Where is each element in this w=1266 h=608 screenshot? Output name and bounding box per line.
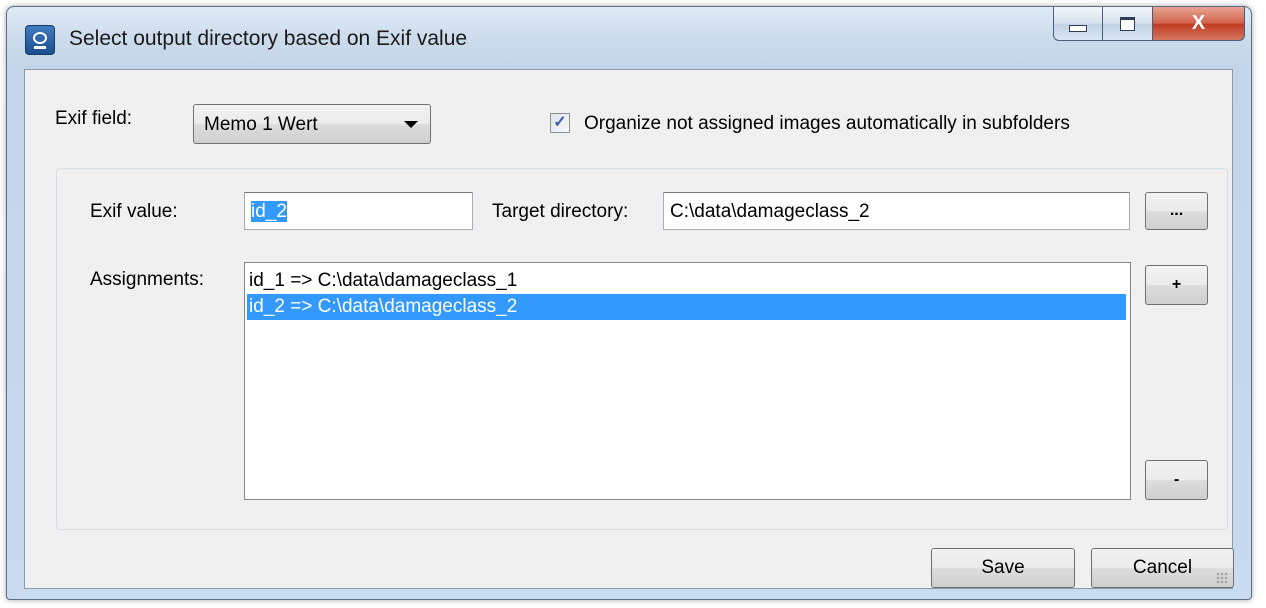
- organize-checkbox-label[interactable]: Organize not assigned images automatical…: [584, 113, 1070, 135]
- exif-field-selected: Memo 1 Wert: [204, 114, 318, 135]
- maximize-button[interactable]: [1103, 7, 1153, 41]
- dialog-window: Select output directory based on Exif va…: [6, 6, 1252, 600]
- camera-icon: [25, 25, 55, 55]
- target-directory-label: Target directory:: [492, 201, 629, 222]
- resize-grip-icon[interactable]: [1216, 572, 1228, 584]
- cancel-button[interactable]: Cancel: [1091, 548, 1234, 588]
- exif-value-label: Exif value:: [90, 201, 178, 222]
- exif-field-dropdown[interactable]: Memo 1 Wert: [193, 104, 431, 144]
- minimize-icon: [1069, 25, 1087, 32]
- close-icon: X: [1191, 12, 1206, 34]
- dialog-client-area: Exif field: Memo 1 Wert ✓ Organize not a…: [24, 69, 1234, 589]
- exif-value-input[interactable]: id_2: [244, 192, 473, 230]
- exif-value-text: id_2: [251, 201, 287, 222]
- checkmark-icon: ✓: [553, 114, 567, 131]
- add-assignment-button[interactable]: +: [1145, 265, 1208, 305]
- save-button[interactable]: Save: [931, 548, 1075, 588]
- close-button[interactable]: X: [1153, 7, 1245, 41]
- minimize-button[interactable]: [1053, 7, 1103, 41]
- assignments-label: Assignments:: [90, 269, 205, 290]
- window-title: Select output directory based on Exif va…: [69, 27, 468, 50]
- browse-button[interactable]: ...: [1145, 192, 1208, 230]
- list-item[interactable]: id_1 => C:\data\damageclass_1: [247, 268, 1126, 294]
- organize-checkbox[interactable]: ✓: [550, 113, 570, 133]
- remove-assignment-button[interactable]: -: [1145, 460, 1208, 500]
- list-item-selected[interactable]: id_2 => C:\data\damageclass_2: [247, 294, 1126, 320]
- exif-field-label: Exif field:: [55, 108, 133, 129]
- target-directory-input[interactable]: C:\data\damageclass_2: [663, 192, 1130, 230]
- assignment-group: Exif value: id_2 Target directory: C:\da…: [56, 168, 1228, 530]
- target-directory-text: C:\data\damageclass_2: [670, 201, 870, 222]
- chevron-down-icon: [404, 121, 418, 128]
- maximize-icon: [1120, 16, 1135, 31]
- assignments-list[interactable]: id_1 => C:\data\damageclass_1 id_2 => C:…: [244, 262, 1131, 500]
- title-bar[interactable]: Select output directory based on Exif va…: [7, 7, 1251, 69]
- caption-buttons: X: [1053, 7, 1245, 43]
